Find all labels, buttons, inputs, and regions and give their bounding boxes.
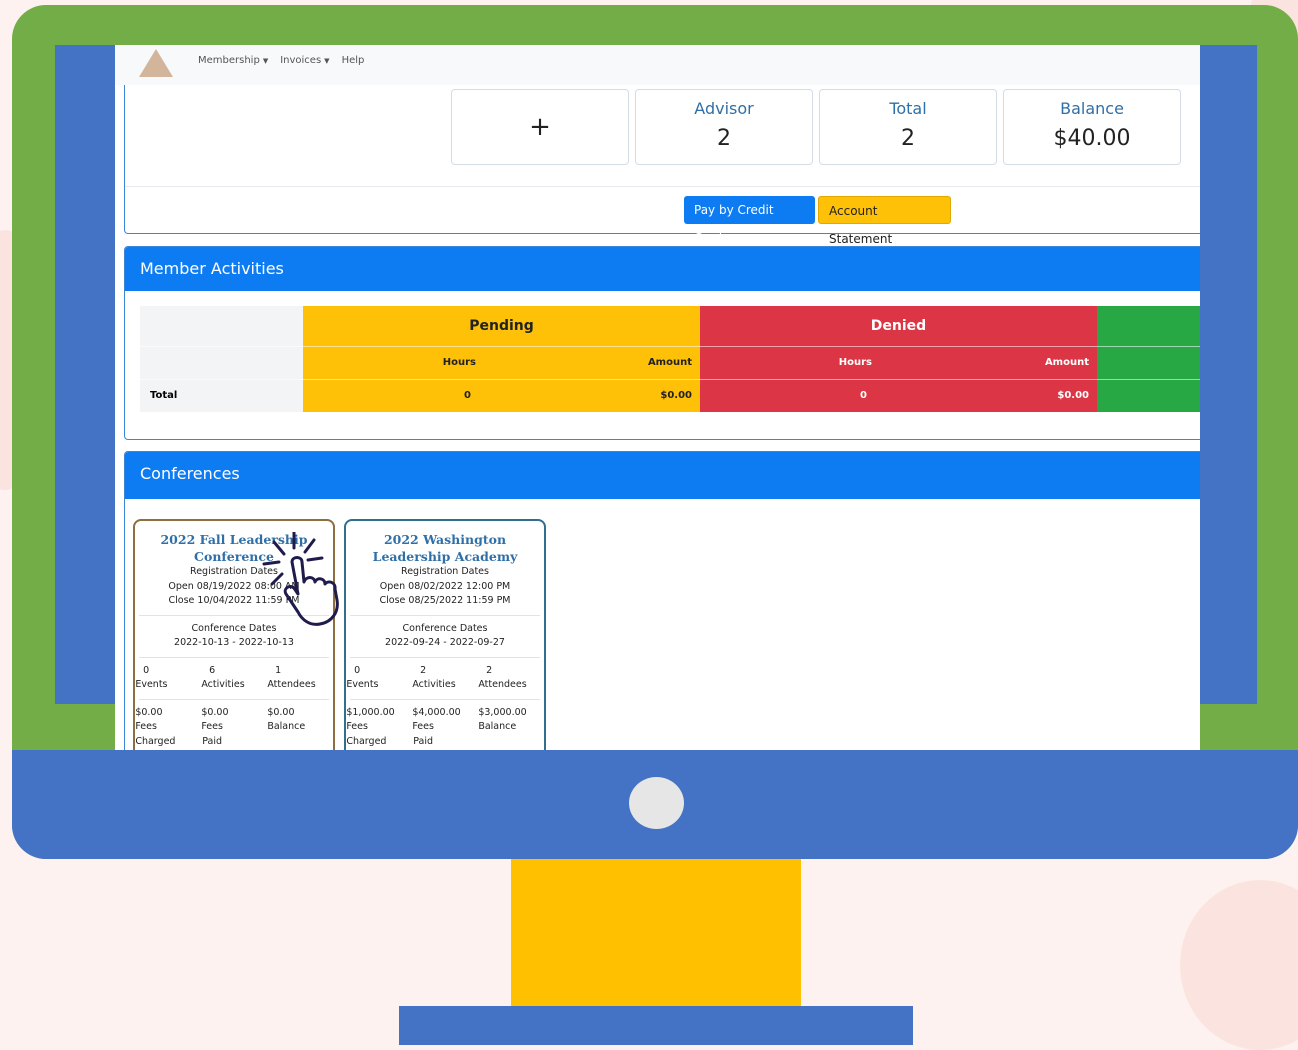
row-divider — [140, 379, 1200, 380]
fees-paid-stat: $4,000.00 Fees Paid — [412, 706, 461, 747]
registration-close: Close 08/25/2022 11:59 PM — [379, 595, 511, 606]
fees-row: $1,000.00 Fees Charged $4,000.00 Fees Paid… — [346, 706, 544, 750]
conference-card[interactable]: 2022 Washington Leadership Academy Regis… — [344, 519, 546, 750]
balance-stat: Balance $40.00 — [1003, 89, 1181, 165]
fees-paid-stat: $0.00 Fees Paid — [201, 706, 229, 747]
divider — [125, 186, 1200, 187]
account-statement-button[interactable]: Account Statement — [818, 196, 951, 246]
counts-row: 0 Events 6 Activities 1 Attendees — [135, 664, 333, 693]
balance-stat: $0.00 Balance — [267, 706, 306, 733]
top-navbar: Membership ▼ Invoices ▼ Help — [115, 45, 1200, 85]
denied-header: Denied — [700, 306, 1097, 346]
power-button — [629, 777, 684, 829]
pending-amount-header: Amount — [503, 346, 700, 379]
fees-row: $0.00 Fees Charged $0.00 Fees Paid $0.00 Ba… — [135, 706, 333, 750]
pending-hours-header: Hours — [303, 346, 503, 379]
fees-charged-stat: $0.00 Fees Charged — [135, 706, 176, 747]
stat-value: $40.00 — [1053, 126, 1131, 151]
member-activities-panel: Member Activities Pending Denied Hours A… — [124, 246, 1200, 440]
approved-header — [1097, 306, 1200, 346]
caret-down-icon: ▼ — [324, 57, 330, 65]
registration-open: Open 08/02/2022 12:00 PM — [379, 580, 511, 592]
stat-value: 2 — [901, 126, 915, 151]
divider — [350, 656, 540, 658]
monitor-bezel-right — [1200, 45, 1257, 704]
divider — [139, 698, 329, 700]
conference-title[interactable]: 2022 Washington Leadership Academy — [346, 531, 544, 565]
attendees-stat: 2 Attendees — [478, 664, 527, 691]
caret-down-icon: ▼ — [262, 57, 269, 65]
denied-amount-total: $0.00 — [900, 379, 1097, 412]
conference-dates: 2022-10-13 - 2022-10-13 — [174, 637, 294, 648]
nav-item-help[interactable]: Help — [342, 55, 365, 66]
add-card[interactable]: + — [451, 89, 629, 165]
app-screen: Membership ▼ Invoices ▼ Help + Advisor 2 T… — [115, 45, 1200, 750]
total-row-label: Total — [140, 379, 303, 412]
table-header-empty — [140, 306, 303, 346]
stat-value: 2 — [717, 126, 731, 151]
denied-amount-header: Amount — [900, 346, 1097, 379]
panel-title: Conferences — [125, 452, 1200, 499]
plus-icon: + — [529, 112, 551, 142]
stat-label: Advisor — [694, 99, 754, 118]
table-subheader-empty — [140, 346, 303, 379]
activities-stat: 2 Activities — [412, 664, 456, 691]
panel-title: Member Activities — [125, 247, 1200, 291]
nav-menu: Membership ▼ Invoices ▼ Help — [198, 55, 364, 66]
activities-table: Pending Denied Hours Amount Hours Amount… — [140, 306, 1200, 412]
divider — [350, 698, 540, 700]
pending-hours-total: 0 — [303, 379, 503, 412]
counts-row: 0 Events 2 Activities 2 Attendees — [346, 664, 544, 693]
monitor-stand-base — [399, 1006, 913, 1045]
events-stat: 0 Events — [135, 664, 168, 691]
pending-amount-total: $0.00 — [503, 379, 700, 412]
stat-label: Total — [889, 99, 927, 118]
denied-hours-total: 0 — [700, 379, 900, 412]
nav-item-invoices[interactable]: Invoices ▼ — [280, 55, 329, 66]
divider — [139, 656, 329, 658]
fees-charged-stat: $1,000.00 Fees Charged — [346, 706, 395, 747]
background-blob — [1180, 880, 1298, 1050]
tap-hand-icon — [262, 532, 339, 626]
monitor-bezel-left — [55, 45, 115, 704]
attendees-stat: 1 Attendees — [267, 664, 316, 691]
pending-header: Pending — [303, 306, 700, 346]
approved-total — [1097, 379, 1200, 412]
approved-subheader — [1097, 346, 1200, 379]
activities-stat: 6 Activities — [201, 664, 245, 691]
triangle-logo-icon[interactable] — [139, 49, 173, 77]
balance-stat: $3,000.00 Balance — [478, 706, 527, 733]
denied-hours-header: Hours — [700, 346, 900, 379]
pay-by-credit-card-button[interactable]: Pay by Credit Card — [684, 196, 815, 245]
conference-dates-label: Conference Dates — [402, 622, 488, 634]
conference-dates: 2022-09-24 - 2022-09-27 — [385, 637, 505, 648]
monitor-stand-neck — [511, 859, 801, 1007]
divider — [350, 614, 540, 616]
stat-label: Balance — [1060, 99, 1124, 118]
total-stat: Total 2 — [819, 89, 997, 165]
nav-item-membership[interactable]: Membership ▼ — [198, 55, 268, 66]
advisor-stat: Advisor 2 — [635, 89, 813, 165]
registration-label: Registration Dates — [401, 566, 489, 577]
events-stat: 0 Events — [346, 664, 379, 691]
row-divider — [140, 346, 1200, 347]
